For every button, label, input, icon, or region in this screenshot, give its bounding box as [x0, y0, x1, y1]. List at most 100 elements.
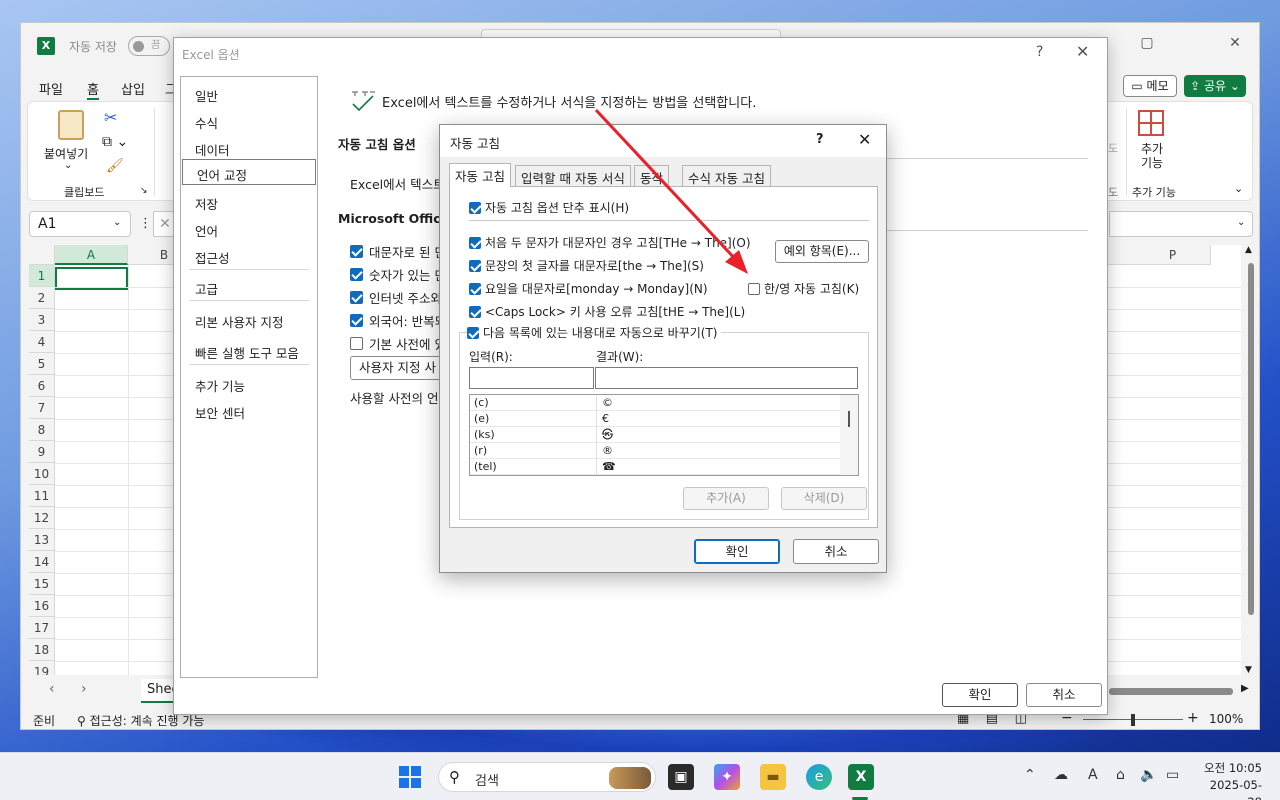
tab-autocorrect[interactable]: 자동 고침	[449, 163, 511, 187]
option-main-dictionary[interactable]: 기본 사전에 있	[350, 334, 446, 353]
volume-icon[interactable]: 🔈	[1140, 767, 1157, 783]
exceptions-button[interactable]: 예외 항목(E)...	[775, 240, 869, 263]
autocorrect-help-icon[interactable]: ?	[816, 132, 824, 147]
clock[interactable]: 오전 10:05 2025-05-28	[1196, 760, 1262, 800]
add-button[interactable]: 추가(A)	[683, 487, 769, 510]
more-icon[interactable]: ⋮	[139, 216, 152, 231]
task-view-icon[interactable]: ▣	[668, 764, 694, 790]
row-header[interactable]: 8	[29, 419, 55, 441]
select-all-corner[interactable]	[29, 245, 55, 265]
row-header[interactable]: 11	[29, 485, 55, 507]
chevron-down-icon[interactable]: ⌄	[113, 217, 121, 228]
vertical-scrollbar[interactable]: ▲ ▼	[1245, 245, 1257, 675]
replace-text-as-you-type[interactable]: 다음 목록에 있는 내용대로 자동으로 바꾸기(T)	[467, 324, 721, 341]
autosave-toggle[interactable]: 끔	[128, 36, 170, 56]
nav-advanced[interactable]: 고급	[181, 274, 317, 300]
nav-save[interactable]: 저장	[181, 189, 317, 215]
windows-start-icon[interactable]	[399, 766, 421, 788]
scroll-thumb[interactable]	[1248, 263, 1254, 615]
option-flag-repeated[interactable]: 외국어: 반복되	[350, 311, 446, 330]
dialog-launcher-icon[interactable]: ↘	[140, 186, 148, 196]
list-scrollbar[interactable]	[840, 395, 858, 475]
row-header[interactable]: 15	[29, 573, 55, 595]
nav-language[interactable]: 언어	[181, 216, 317, 242]
column-header-p[interactable]: P	[1135, 245, 1211, 265]
row-header[interactable]: 17	[29, 617, 55, 639]
menu-tab-file[interactable]: 파일	[39, 79, 63, 98]
list-item[interactable]: (r) ®	[470, 443, 840, 459]
maximize-icon[interactable]: ▢	[1137, 35, 1157, 55]
scroll-up-icon[interactable]: ▲	[1245, 245, 1252, 255]
autocorrect-close-icon[interactable]: ✕	[858, 130, 871, 149]
sheet-next-icon[interactable]: ›	[81, 681, 87, 697]
capitalize-day-names[interactable]: 요일을 대문자로[monday → Monday](N)	[469, 280, 708, 297]
custom-dictionaries-button[interactable]: 사용자 지정 사	[350, 356, 450, 380]
row-header[interactable]: 7	[29, 397, 55, 419]
checkbox[interactable]	[748, 282, 760, 295]
row-header[interactable]: 18	[29, 639, 55, 661]
zoom-level[interactable]: 100%	[1209, 712, 1243, 726]
zoom-in-icon[interactable]: +	[1187, 710, 1199, 726]
checkbox[interactable]	[350, 245, 363, 258]
nav-data[interactable]: 데이터	[181, 135, 317, 161]
checkbox[interactable]	[469, 201, 481, 214]
checkbox[interactable]	[469, 259, 481, 272]
scroll-right-icon[interactable]: ▶	[1241, 683, 1249, 694]
menu-tab-insert[interactable]: 삽입	[121, 79, 145, 98]
replace-result-field[interactable]	[595, 367, 858, 389]
capitalize-first-letter[interactable]: 문장의 첫 글자를 대문자로[the → The](S)	[469, 257, 704, 274]
expand-formula-icon[interactable]: ⌄	[1237, 217, 1245, 228]
network-icon[interactable]: ⌂	[1116, 767, 1125, 783]
correct-two-initial-caps[interactable]: 처음 두 문자가 대문자인 경우 고침[THe → The](O)	[469, 234, 751, 251]
autocorrect-cancel-button[interactable]: 취소	[793, 539, 879, 564]
tab-math-autocorrect[interactable]: 수식 자동 고침	[682, 165, 771, 186]
nav-accessibility[interactable]: 접근성	[181, 243, 317, 269]
cloud-off-icon[interactable]: ☁	[1054, 767, 1068, 783]
nav-add-ins[interactable]: 추가 기능	[181, 371, 317, 397]
list-item[interactable]: (tel) ☎	[470, 459, 840, 475]
row-header[interactable]: 19	[29, 661, 55, 675]
options-help-icon[interactable]: ?	[1036, 44, 1043, 60]
nav-general[interactable]: 일반	[181, 81, 317, 107]
menu-tab-home[interactable]: 홈	[87, 79, 99, 100]
option-ignore-uppercase[interactable]: 대문자로 된 단	[350, 242, 446, 261]
row-header[interactable]: 4	[29, 331, 55, 353]
input-method-icon[interactable]: A	[1088, 767, 1098, 783]
nav-quick-access[interactable]: 빠른 실행 도구 모음	[181, 338, 317, 364]
hanyoung-autocorrect[interactable]: 한/영 자동 고침(K)	[748, 280, 859, 297]
scroll-thumb[interactable]	[848, 411, 850, 427]
replace-input-field[interactable]	[469, 367, 594, 389]
row-header[interactable]: 2	[29, 287, 55, 309]
row-header[interactable]: 13	[29, 529, 55, 551]
option-ignore-internet[interactable]: 인터넷 주소와	[350, 288, 442, 307]
ribbon-collapse-icon[interactable]: ⌄	[1234, 182, 1243, 195]
edge-browser-icon[interactable]: e	[806, 764, 832, 790]
list-item[interactable]: (c) ©	[470, 395, 840, 411]
add-ins-icon[interactable]	[1138, 110, 1164, 136]
checkbox[interactable]	[469, 236, 481, 249]
checkbox[interactable]	[350, 337, 363, 350]
checkbox[interactable]	[350, 268, 363, 281]
row-header[interactable]: 9	[29, 441, 55, 463]
nav-formulas[interactable]: 수식	[181, 108, 317, 134]
checkbox[interactable]	[467, 326, 479, 339]
horizontal-scroll-thumb[interactable]	[1109, 688, 1233, 695]
column-header-a[interactable]: A	[55, 245, 128, 265]
file-explorer-icon[interactable]: ▬	[760, 764, 786, 790]
correct-caps-lock[interactable]: <Caps Lock> 키 사용 오류 고침[tHE → The](L)	[469, 303, 745, 320]
excel-taskbar-icon[interactable]: X	[848, 764, 874, 790]
paste-icon[interactable]	[58, 110, 84, 140]
copilot-icon[interactable]: ✦	[714, 764, 740, 790]
formula-input[interactable]	[1109, 211, 1253, 237]
share-button[interactable]: ⇪ 공유 ⌄	[1184, 75, 1246, 97]
autocorrect-ok-button[interactable]: 확인	[694, 539, 780, 564]
tab-autoformat-as-you-type[interactable]: 입력할 때 자동 서식	[515, 165, 631, 186]
close-window-icon[interactable]: ✕	[1225, 35, 1245, 55]
show-autocorrect-buttons[interactable]: 자동 고침 옵션 단추 표시(H)	[469, 199, 629, 216]
delete-button[interactable]: 삭제(D)	[781, 487, 867, 510]
sheet-prev-icon[interactable]: ‹	[49, 681, 55, 697]
row-header[interactable]: 6	[29, 375, 55, 397]
replacement-list[interactable]: (c) © (e) € (ks) ㉿ (r) ® (tel) ☎	[469, 394, 859, 476]
taskbar-search[interactable]: ⚲ 검색	[438, 762, 656, 792]
chevron-down-icon[interactable]: ⌄	[64, 160, 72, 171]
